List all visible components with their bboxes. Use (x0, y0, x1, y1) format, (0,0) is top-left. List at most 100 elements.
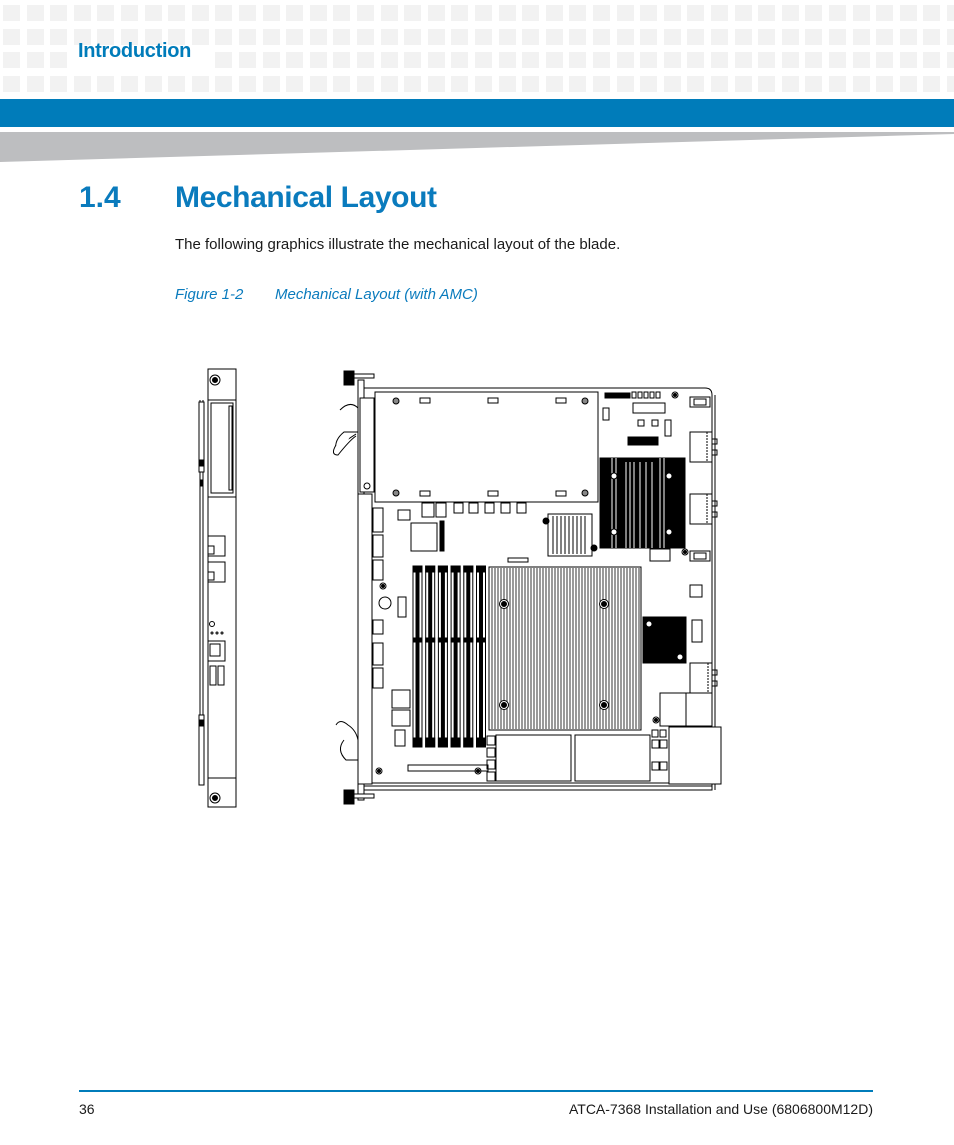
header-tile (475, 29, 492, 45)
header-tile (215, 52, 232, 68)
header-tile (475, 52, 492, 68)
header-tile (758, 29, 775, 45)
header-tile (27, 52, 44, 68)
header-tile (711, 76, 728, 92)
header-tile (3, 5, 20, 21)
header-tile (451, 76, 468, 92)
header-tile (522, 76, 539, 92)
header-tile (215, 5, 232, 21)
page-title: Mechanical Layout (175, 181, 437, 214)
header-tile (286, 5, 303, 21)
header-tile (947, 29, 954, 45)
document-title: ATCA-7368 Installation and Use (6806800M… (568, 1101, 873, 1117)
header-tile (546, 5, 563, 21)
header-tile (381, 52, 398, 68)
header-tile (404, 76, 421, 92)
chip-icon (642, 616, 687, 664)
header-tile (357, 52, 374, 68)
header-tile (640, 5, 657, 21)
header-tile (499, 5, 516, 21)
header-tile (900, 52, 917, 68)
header-tile (805, 76, 822, 92)
header-tile (664, 5, 681, 21)
header-tile (475, 5, 492, 21)
header-tile (263, 5, 280, 21)
header-tile (593, 5, 610, 21)
header-tile (758, 76, 775, 92)
connector-icon (689, 431, 718, 463)
screw-icon (599, 599, 609, 609)
connector-icon (689, 493, 718, 525)
header-tile (640, 29, 657, 45)
header-tile (522, 52, 539, 68)
header-tile (782, 5, 799, 21)
header-tile (593, 76, 610, 92)
header-tile (286, 52, 303, 68)
header-tile (428, 76, 445, 92)
dimm-slot (412, 565, 423, 748)
header-tile (923, 52, 940, 68)
header-tile (876, 76, 893, 92)
header-tile (522, 5, 539, 21)
header-tile (333, 29, 350, 45)
header-tile (782, 29, 799, 45)
header-tile (687, 52, 704, 68)
header-tile (546, 29, 563, 45)
connector-icon (689, 662, 718, 694)
footer-rule (79, 1090, 873, 1092)
header-tile (593, 29, 610, 45)
amc-module (374, 391, 599, 503)
figure-number: Figure 1-2 (175, 286, 244, 303)
header-tile (947, 52, 954, 68)
header-tile (569, 52, 586, 68)
header-tile (876, 52, 893, 68)
header-tile (74, 76, 91, 92)
header-tile (239, 5, 256, 21)
header-tile (263, 52, 280, 68)
header-tile (357, 76, 374, 92)
header-tile (215, 76, 232, 92)
header-tile (758, 52, 775, 68)
header-tile (711, 29, 728, 45)
header-tile (805, 5, 822, 21)
header-tile (735, 29, 752, 45)
header-tile (829, 76, 846, 92)
header-tile (451, 29, 468, 45)
header-tile (829, 29, 846, 45)
header-tile (310, 29, 327, 45)
header-tile (50, 5, 67, 21)
header-tile (357, 5, 374, 21)
header-tile (640, 52, 657, 68)
header-tile (192, 29, 209, 45)
header-tile (27, 76, 44, 92)
header-tile (569, 5, 586, 21)
page-number: 36 (79, 1101, 95, 1117)
header-tile (451, 52, 468, 68)
header-tile (74, 5, 91, 21)
intro-paragraph: The following graphics illustrate the me… (175, 236, 621, 253)
board-top-view (332, 370, 722, 805)
header-tile (286, 76, 303, 92)
header-tile (853, 29, 870, 45)
header-tile (805, 52, 822, 68)
header-tile (735, 5, 752, 21)
header-tile (617, 52, 634, 68)
header-tile (687, 29, 704, 45)
header-tile (853, 5, 870, 21)
header-tile (546, 76, 563, 92)
header-tile (428, 5, 445, 21)
header-tile (900, 29, 917, 45)
dimm-slot (425, 565, 436, 748)
cpu-heatsink (488, 566, 642, 731)
header-tile (381, 29, 398, 45)
header-tile (428, 29, 445, 45)
header-tile (97, 5, 114, 21)
header-tile (50, 52, 67, 68)
header-tile (735, 52, 752, 68)
header-tile (451, 5, 468, 21)
header-tile (853, 52, 870, 68)
header-tile (121, 5, 138, 21)
header-tile (239, 76, 256, 92)
header-tile (900, 76, 917, 92)
header-tile (876, 29, 893, 45)
